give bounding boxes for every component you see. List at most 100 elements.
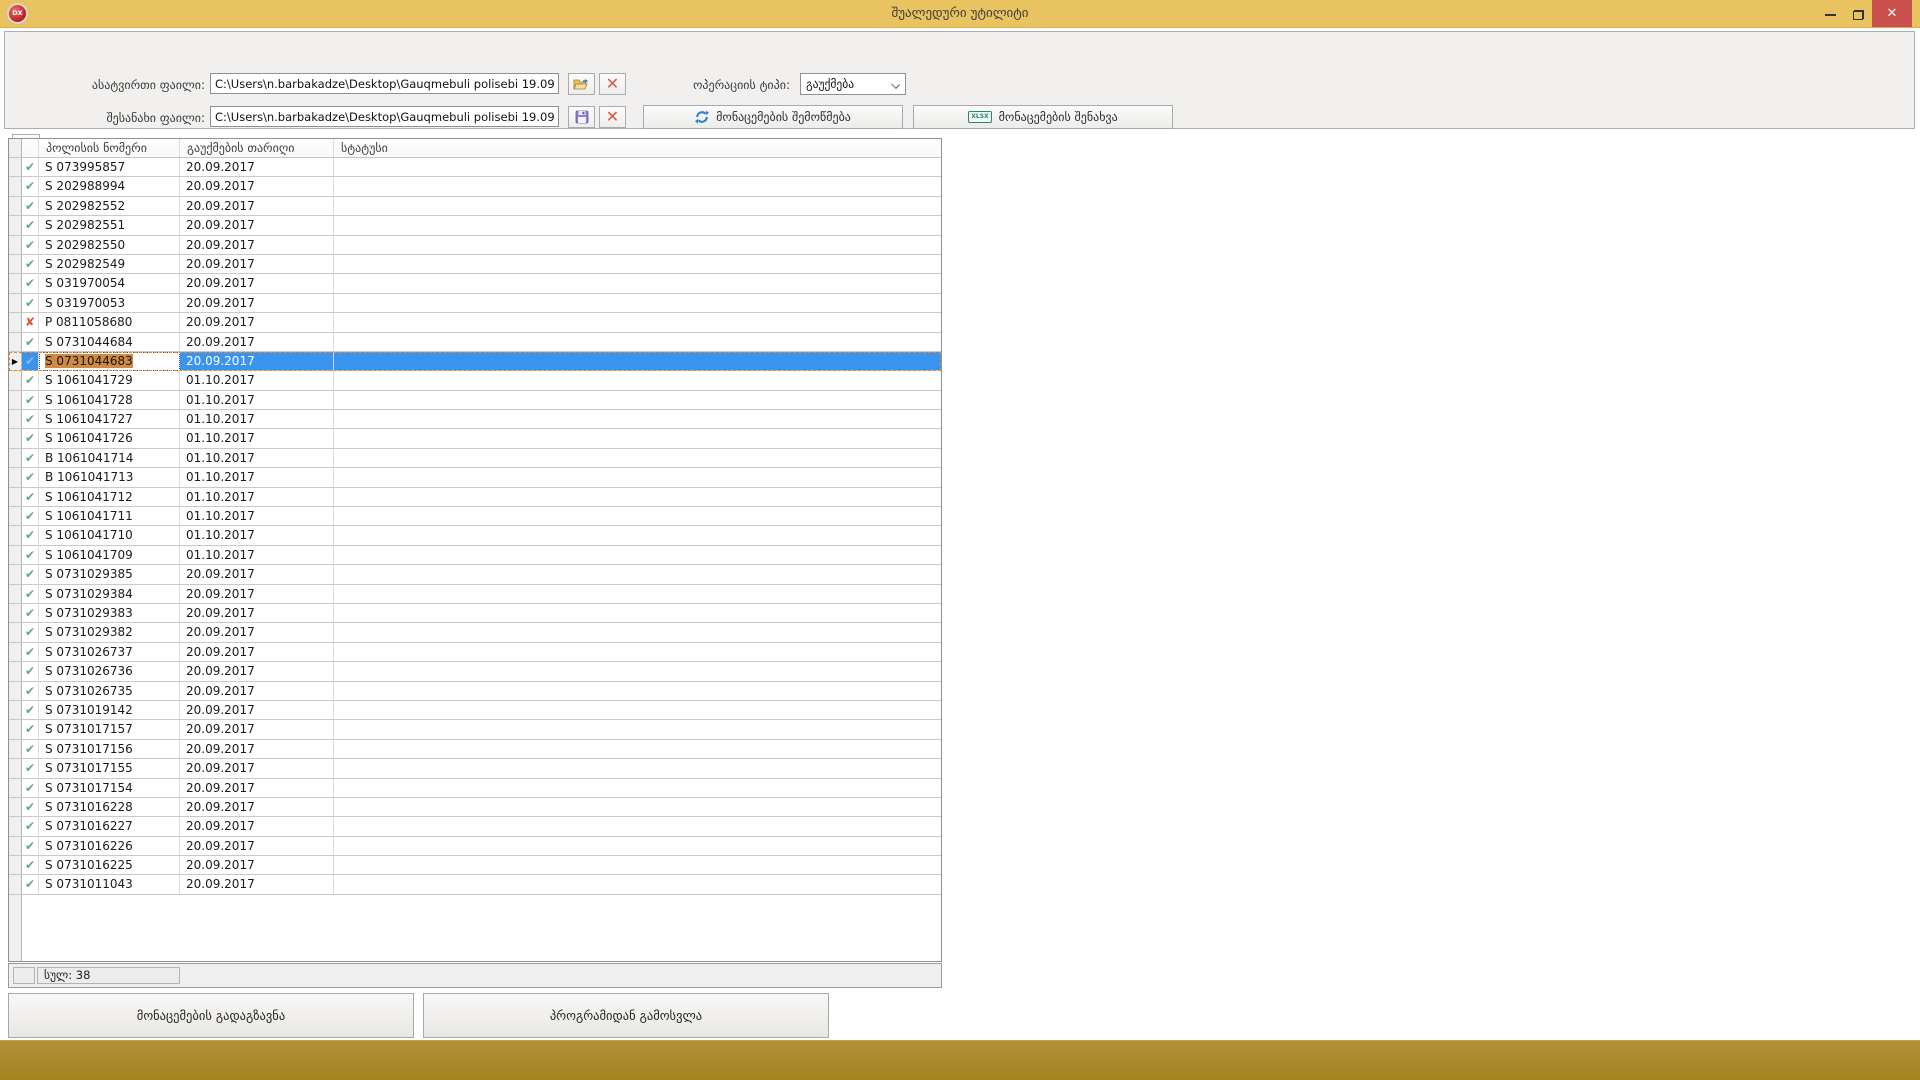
minimize-button[interactable] (1816, 0, 1844, 27)
policy-number-cell[interactable]: S 1061041710 (39, 526, 180, 545)
policy-number-cell[interactable]: S 0731026735 (39, 682, 180, 701)
cancel-date-cell[interactable]: 20.09.2017 (180, 798, 334, 817)
table-row[interactable]: ✔ S 0731011043 20.09.2017 (9, 875, 941, 894)
policy-number-cell[interactable]: S 0731017154 (39, 779, 180, 798)
cancel-date-cell[interactable]: 20.09.2017 (180, 875, 334, 894)
status-cell[interactable] (334, 352, 941, 371)
table-row[interactable]: ✔ S 0731016226 20.09.2017 (9, 837, 941, 856)
row-mark-icon[interactable]: ✔ (22, 585, 39, 604)
row-mark-icon[interactable]: ✔ (22, 817, 39, 836)
cancel-date-cell[interactable]: 20.09.2017 (180, 643, 334, 662)
cancel-date-cell[interactable]: 01.10.2017 (180, 507, 334, 526)
table-row[interactable]: ✔ S 0731026735 20.09.2017 (9, 682, 941, 701)
cancel-date-cell[interactable]: 20.09.2017 (180, 177, 334, 196)
table-row[interactable]: ✔ B 1061041714 01.10.2017 (9, 449, 941, 468)
cancel-date-cell[interactable]: 20.09.2017 (180, 216, 334, 235)
status-cell[interactable] (334, 391, 941, 410)
table-row[interactable]: ✔ S 1061041729 01.10.2017 (9, 371, 941, 390)
row-mark-icon[interactable]: ✔ (22, 371, 39, 390)
table-row[interactable]: ✔ S 031970053 20.09.2017 (9, 294, 941, 313)
row-mark-icon[interactable]: ✔ (22, 197, 39, 216)
status-cell[interactable] (334, 798, 941, 817)
status-cell[interactable] (334, 779, 941, 798)
policy-number-cell[interactable]: S 1061041727 (39, 410, 180, 429)
status-cell[interactable] (334, 177, 941, 196)
status-cell[interactable] (334, 701, 941, 720)
cancel-date-cell[interactable]: 20.09.2017 (180, 565, 334, 584)
cancel-date-cell[interactable]: 20.09.2017 (180, 759, 334, 778)
status-cell[interactable] (334, 623, 941, 642)
policy-number-cell[interactable]: S 202982549 (39, 255, 180, 274)
cancel-date-cell[interactable]: 01.10.2017 (180, 526, 334, 545)
status-cell[interactable] (334, 837, 941, 856)
row-mark-icon[interactable]: ✔ (22, 216, 39, 235)
column-header-policy[interactable]: პოლისის ნომერი (39, 139, 180, 157)
policy-number-cell[interactable]: S 1061041711 (39, 507, 180, 526)
table-row[interactable]: ✔ S 0731017156 20.09.2017 (9, 740, 941, 759)
restore-button[interactable] (1844, 0, 1872, 27)
table-row[interactable]: ✔ S 0731017157 20.09.2017 (9, 720, 941, 739)
cancel-date-cell[interactable]: 01.10.2017 (180, 488, 334, 507)
policy-number-cell[interactable]: S 0731029382 (39, 623, 180, 642)
row-mark-icon[interactable]: ✔ (22, 526, 39, 545)
policy-number-cell[interactable]: B 1061041714 (39, 449, 180, 468)
policy-number-cell[interactable]: S 0731019142 (39, 701, 180, 720)
row-mark-icon[interactable]: ✔ (22, 449, 39, 468)
row-mark-icon[interactable]: ✔ (22, 623, 39, 642)
cancel-date-cell[interactable]: 20.09.2017 (180, 662, 334, 681)
table-row[interactable]: ✔ S 1061041709 01.10.2017 (9, 546, 941, 565)
status-cell[interactable] (334, 856, 941, 875)
status-cell[interactable] (334, 255, 941, 274)
row-mark-icon[interactable]: ✔ (22, 274, 39, 293)
cancel-date-cell[interactable]: 20.09.2017 (180, 352, 334, 371)
policy-number-cell[interactable]: S 1061041728 (39, 391, 180, 410)
status-cell[interactable] (334, 546, 941, 565)
cancel-date-cell[interactable]: 01.10.2017 (180, 391, 334, 410)
row-mark-icon[interactable]: ✔ (22, 429, 39, 448)
status-cell[interactable] (334, 371, 941, 390)
row-mark-icon[interactable]: ✔ (22, 468, 39, 487)
row-mark-icon[interactable]: ✔ (22, 720, 39, 739)
row-mark-icon[interactable]: ✔ (22, 255, 39, 274)
policy-number-cell[interactable]: S 1061041729 (39, 371, 180, 390)
row-mark-icon[interactable]: ✔ (22, 837, 39, 856)
cancel-date-cell[interactable]: 20.09.2017 (180, 837, 334, 856)
row-mark-icon[interactable]: ✔ (22, 391, 39, 410)
table-row[interactable]: ✔ S 202988994 20.09.2017 (9, 177, 941, 196)
table-row[interactable]: ✔ S 0731026736 20.09.2017 (9, 662, 941, 681)
save-data-button[interactable]: XLSX მონაცემების შენახვა (913, 105, 1173, 129)
table-row[interactable]: ✔ S 0731017154 20.09.2017 (9, 779, 941, 798)
table-row[interactable]: ✔ S 202982550 20.09.2017 (9, 236, 941, 255)
cancel-date-cell[interactable]: 20.09.2017 (180, 720, 334, 739)
table-row[interactable]: ✔ S 202982552 20.09.2017 (9, 197, 941, 216)
policy-number-cell[interactable]: S 0731026737 (39, 643, 180, 662)
table-row[interactable]: ▶ ✔ S 0731044683 20.09.2017 (9, 352, 941, 371)
cancel-date-cell[interactable]: 01.10.2017 (180, 546, 334, 565)
cancel-date-cell[interactable]: 20.09.2017 (180, 701, 334, 720)
row-mark-icon[interactable]: ✔ (22, 333, 39, 352)
load-file-input[interactable] (210, 73, 559, 94)
table-row[interactable]: ✔ S 073995857 20.09.2017 (9, 158, 941, 177)
policy-number-cell[interactable]: S 202982550 (39, 236, 180, 255)
cancel-date-cell[interactable]: 20.09.2017 (180, 604, 334, 623)
cancel-date-cell[interactable]: 20.09.2017 (180, 236, 334, 255)
table-row[interactable]: ✔ S 202982549 20.09.2017 (9, 255, 941, 274)
row-mark-icon[interactable]: ✔ (22, 643, 39, 662)
policy-number-cell[interactable]: S 0731026736 (39, 662, 180, 681)
row-mark-icon[interactable]: ✔ (22, 507, 39, 526)
row-mark-icon[interactable]: ✔ (22, 177, 39, 196)
policy-number-cell[interactable]: S 202988994 (39, 177, 180, 196)
status-cell[interactable] (334, 216, 941, 235)
status-cell[interactable] (334, 526, 941, 545)
table-row[interactable]: ✔ S 0731017155 20.09.2017 (9, 759, 941, 778)
row-mark-icon[interactable]: ✔ (22, 410, 39, 429)
row-mark-icon[interactable]: ✔ (22, 779, 39, 798)
row-mark-icon[interactable]: ✔ (22, 236, 39, 255)
policy-number-cell[interactable]: S 0731017157 (39, 720, 180, 739)
status-cell[interactable] (334, 313, 941, 332)
status-cell[interactable] (334, 720, 941, 739)
cancel-date-cell[interactable]: 01.10.2017 (180, 410, 334, 429)
cancel-date-cell[interactable]: 20.09.2017 (180, 856, 334, 875)
policy-number-cell[interactable]: S 0731044683 (39, 352, 180, 371)
open-file-button[interactable] (568, 73, 595, 95)
